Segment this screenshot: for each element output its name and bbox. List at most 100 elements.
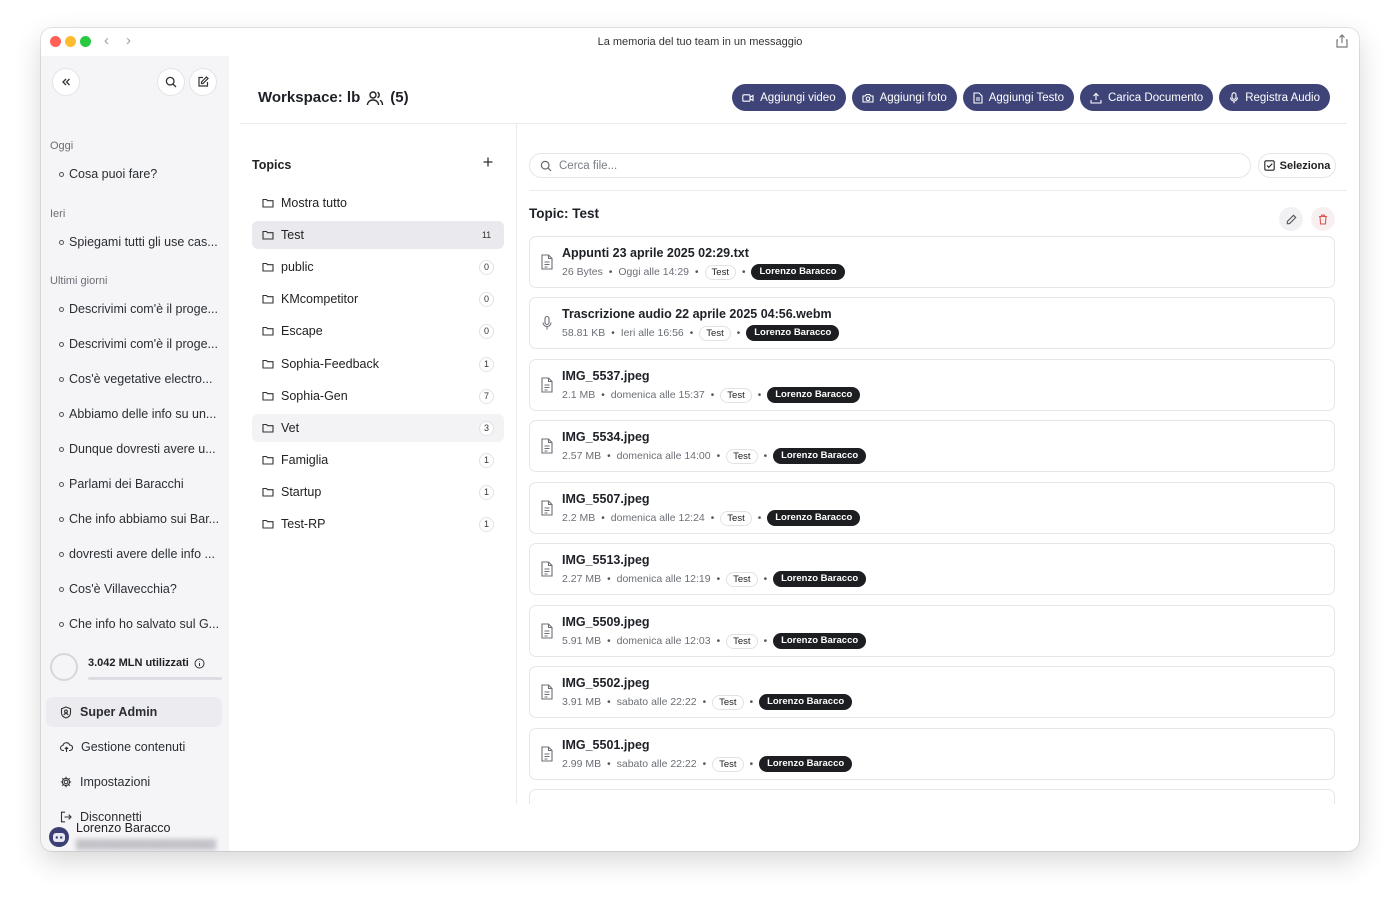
chat-item[interactable]: Abbiamo delle info su un... [59, 407, 219, 421]
upload-icon [1090, 92, 1102, 104]
menu-label: Gestione contenuti [81, 740, 186, 754]
topic-item-startup[interactable]: Startup 1 [252, 478, 504, 506]
bullet-icon [59, 376, 64, 382]
document-icon [541, 254, 553, 270]
chat-item[interactable]: Descrivimi com'è il proge... [59, 302, 219, 316]
select-button[interactable]: Seleziona [1258, 153, 1336, 178]
pencil-icon [1286, 214, 1296, 224]
share-icon[interactable] [1335, 34, 1349, 48]
topic-count: 1 [479, 517, 494, 532]
bullet-icon [59, 551, 64, 557]
add-video-button[interactable]: Aggiungi video [732, 84, 846, 111]
topic-count: 1 [479, 485, 494, 500]
topic-item-escape[interactable]: Escape 0 [252, 317, 504, 345]
file-card[interactable]: Appunti 23 aprile 2025 02:29.txt 26 Byte… [529, 236, 1335, 288]
file-date: domenica alle 12:19 [616, 573, 711, 585]
topic-tag[interactable]: Test [712, 694, 744, 710]
search-chats-button[interactable] [158, 69, 184, 95]
topic-item-vet[interactable]: Vet 3 [252, 414, 504, 442]
file-search[interactable] [529, 153, 1251, 178]
file-name: IMG_5537.jpeg [562, 369, 650, 383]
bullet-separator: • [736, 327, 741, 339]
topic-name: Test-RP [281, 517, 326, 531]
chat-item[interactable]: Spiegami tutti gli use cas... [59, 235, 219, 249]
upload-document-button[interactable]: Carica Documento [1079, 84, 1214, 111]
topic-tag[interactable]: Test [699, 325, 731, 341]
topic-tag[interactable]: Test [726, 448, 758, 464]
owner-badge: Lorenzo Baracco [773, 633, 867, 649]
topic-name: Vet [281, 421, 300, 435]
chat-item[interactable]: Descrivimi com'è il proge... [59, 337, 219, 351]
topic-item-sophia-feedback[interactable]: Sophia-Feedback 1 [252, 350, 504, 378]
bullet-separator: • [608, 266, 613, 278]
new-chat-button[interactable] [190, 69, 216, 95]
topic-item-test-rp[interactable]: Test-RP 1 [252, 510, 504, 538]
collapse-sidebar-button[interactable] [53, 69, 79, 95]
file-card[interactable]: IMG_5501.jpeg 2.99 MB • sabato alle 22:22… [529, 728, 1335, 780]
cloud-upload-icon [60, 742, 73, 752]
bullet-separator: • [749, 758, 754, 770]
folder-icon [262, 423, 274, 433]
file-card[interactable]: IMG_5502.jpeg 3.91 MB • sabato alle 22:22… [529, 666, 1335, 718]
add-topic-button[interactable] [483, 154, 493, 172]
users-icon[interactable] [366, 90, 384, 106]
file-card[interactable] [529, 789, 1335, 804]
file-size: 2.1 MB [562, 389, 596, 401]
shield-icon [60, 705, 72, 719]
topic-tag[interactable]: Test [720, 387, 752, 403]
file-meta: 2.27 MB • domenica alle 12:19 • Test • Lore… [562, 571, 867, 587]
bullet-icon [59, 239, 64, 245]
file-meta: 5.91 MB • domenica alle 12:03 • Test • Lore… [562, 633, 867, 649]
bullet-separator: • [607, 758, 611, 770]
file-meta: 2.99 MB • sabato alle 22:22 • Test • Lorenz… [562, 756, 853, 772]
topic-item-famiglia[interactable]: Famiglia 1 [252, 446, 504, 474]
record-audio-button[interactable]: Registra Audio [1219, 84, 1330, 111]
file-date: Oggi alle 14:29 [618, 266, 690, 278]
topic-tag[interactable]: Test [726, 571, 758, 587]
folder-icon [262, 487, 274, 497]
topic-item-show-all[interactable]: Mostra tutto [252, 189, 504, 217]
bot-face-icon [53, 833, 65, 842]
file-card[interactable]: IMG_5509.jpeg 5.91 MB • domenica alle 12:… [529, 605, 1335, 657]
file-card[interactable]: IMG_5507.jpeg 2.2 MB • domenica alle 12:2… [529, 482, 1335, 534]
topic-item-sophia-gen[interactable]: Sophia-Gen 7 [252, 382, 504, 410]
menu-label: Super Admin [80, 705, 158, 719]
file-name: IMG_5509.jpeg [562, 615, 650, 629]
user-profile[interactable]: Lorenzo Baracco ████████████████████ [49, 818, 224, 851]
title-bar: ‹ › La memoria del tuo team in un messag… [41, 28, 1359, 56]
topic-tag[interactable]: Test [726, 633, 758, 649]
chat-item[interactable]: Parlami dei Baracchi [59, 477, 219, 491]
file-size: 3.91 MB [562, 696, 602, 708]
file-card[interactable]: Trascrizione audio 22 aprile 2025 04:56.… [529, 297, 1335, 349]
bullet-separator: • [611, 327, 615, 339]
delete-topic-button[interactable] [1311, 207, 1335, 231]
chat-item[interactable]: Dunque dovresti avere u... [59, 442, 219, 456]
topic-tag[interactable]: Test [720, 510, 752, 526]
topic-item-test[interactable]: Test 11 [252, 221, 504, 249]
add-photo-button[interactable]: Aggiungi foto [851, 84, 957, 111]
chat-item[interactable]: Che info abbiamo sui Bar... [59, 512, 219, 526]
chat-item[interactable]: Cosa puoi fare? [59, 167, 219, 181]
menu-settings[interactable]: Impostazioni [46, 767, 222, 797]
file-card[interactable]: IMG_5537.jpeg 2.1 MB • domenica alle 15:3… [529, 359, 1335, 411]
menu-content-management[interactable]: Gestione contenuti [46, 732, 222, 762]
topic-item-public[interactable]: public 0 [252, 253, 504, 281]
menu-super-admin[interactable]: Super Admin [46, 697, 222, 727]
edit-topic-button[interactable] [1279, 207, 1303, 231]
chat-item[interactable]: Cos'è Villavecchia? [59, 582, 219, 596]
topic-tag[interactable]: Test [712, 756, 744, 772]
file-card[interactable]: IMG_5534.jpeg 2.57 MB • domenica alle 14:… [529, 420, 1335, 472]
topic-tag[interactable]: Test [704, 264, 736, 280]
chat-item[interactable]: Che info ho salvato sul G... [59, 617, 219, 631]
file-size: 5.91 MB [562, 635, 602, 647]
chat-item[interactable]: dovresti avere delle info ... [59, 547, 219, 561]
add-text-button[interactable]: Aggiungi Testo [962, 84, 1074, 111]
document-icon [541, 623, 553, 639]
document-icon [541, 684, 553, 700]
chat-item[interactable]: Cos'è vegetative electro... [59, 372, 219, 386]
info-icon[interactable] [194, 658, 205, 669]
file-card[interactable]: IMG_5513.jpeg 2.27 MB • domenica alle 12:… [529, 543, 1335, 595]
bullet-separator: • [757, 389, 762, 401]
search-input[interactable] [559, 159, 1219, 172]
topic-item-kmcompetitor[interactable]: KMcompetitor 0 [252, 285, 504, 313]
